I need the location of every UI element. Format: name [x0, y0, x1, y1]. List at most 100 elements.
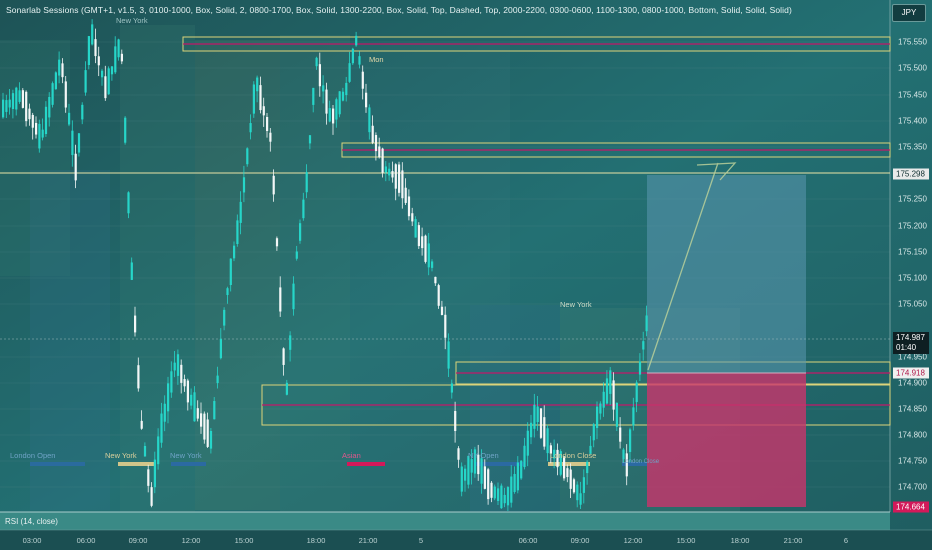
- candle-body: [318, 64, 321, 87]
- candle-body: [315, 57, 318, 67]
- candle-body: [398, 164, 401, 193]
- session-label: New York: [560, 300, 592, 309]
- candle-body: [510, 476, 513, 503]
- session-label: Asian: [342, 451, 361, 460]
- session-label: New York: [116, 16, 148, 25]
- candle-body: [58, 59, 61, 76]
- candle-body: [48, 96, 51, 118]
- candle-body: [312, 87, 315, 105]
- candle-body: [493, 486, 496, 499]
- candle-body: [384, 166, 387, 173]
- candle-body: [308, 135, 312, 144]
- candle-body: [223, 309, 226, 326]
- candle-body: [74, 153, 77, 181]
- candle-body: [480, 458, 483, 484]
- candle-body: [130, 262, 133, 280]
- candle-body: [21, 90, 24, 108]
- candle-body: [365, 92, 368, 108]
- candle-body: [285, 382, 288, 395]
- candle-body: [200, 413, 203, 427]
- candle-body: [25, 91, 28, 122]
- current-price: 174.987: [896, 333, 925, 342]
- candle-body: [239, 201, 242, 223]
- candle-body: [269, 132, 272, 142]
- time-label: 06:00: [518, 536, 538, 545]
- candle-body: [252, 84, 255, 114]
- price-label: 174.700: [898, 482, 927, 492]
- candle-body: [259, 85, 262, 111]
- candle-body: [256, 77, 259, 92]
- candle-body: [407, 196, 411, 217]
- session-label: New York: [170, 451, 202, 460]
- candle-body: [569, 469, 572, 489]
- candle-body: [68, 112, 71, 125]
- candle-body: [371, 125, 374, 143]
- candle-body: [533, 404, 536, 429]
- candle-body: [579, 493, 582, 505]
- candle-body: [516, 462, 519, 491]
- session-label: New York: [105, 451, 137, 460]
- candle-body: [94, 39, 97, 57]
- rsi-label[interactable]: RSI (14, close): [5, 517, 58, 526]
- price-label: 175.500: [898, 63, 927, 73]
- bar-countdown: 01:40: [896, 343, 917, 352]
- candle-body: [167, 383, 170, 412]
- candle-body: [467, 455, 470, 485]
- candle-body: [483, 466, 486, 489]
- chart-window: Sonarlab Sessions (GMT+1, v1.5, 3, 0100-…: [0, 0, 932, 550]
- time-label: 18:00: [730, 536, 750, 545]
- candle-body: [328, 108, 331, 122]
- candle-body: [18, 90, 21, 102]
- candle-body: [289, 335, 292, 350]
- candle-body: [513, 473, 516, 493]
- candle-body: [110, 66, 114, 75]
- candle-body: [305, 172, 308, 193]
- candle-body: [64, 81, 67, 108]
- indicator-title[interactable]: Sonarlab Sessions (GMT+1, v1.5, 3, 0100-…: [6, 5, 792, 15]
- candle-body: [137, 365, 140, 389]
- candle-body: [404, 187, 407, 203]
- candle-body: [101, 70, 104, 78]
- candle-body: [500, 485, 503, 509]
- candle-body: [536, 406, 539, 423]
- candle-body: [97, 56, 100, 66]
- candle-body: [143, 445, 147, 457]
- candle-body: [282, 348, 285, 365]
- candle-body: [124, 117, 127, 143]
- currency-badge[interactable]: JPY: [892, 4, 926, 22]
- candle-body: [338, 91, 341, 115]
- candle-body: [506, 487, 510, 506]
- candle-body: [193, 392, 196, 422]
- candle-body: [249, 123, 252, 133]
- candle-body: [351, 48, 354, 64]
- candle-body: [213, 401, 216, 420]
- candle-body: [77, 133, 81, 153]
- candle-body: [332, 108, 335, 124]
- price-label: 174.900: [898, 378, 927, 388]
- candle-body: [374, 135, 378, 152]
- candle-body: [127, 192, 130, 214]
- candle-body: [87, 36, 90, 66]
- candle-body: [592, 424, 595, 441]
- time-label: 12:00: [623, 536, 643, 545]
- candle-body: [368, 107, 371, 133]
- candle-body: [602, 391, 605, 408]
- candle-body: [299, 223, 302, 241]
- candle-body: [381, 148, 384, 173]
- price-label: 175.450: [898, 90, 927, 100]
- candle-body: [114, 46, 117, 73]
- candle-body: [233, 245, 236, 259]
- candle-body: [15, 87, 18, 110]
- candle-body: [447, 341, 450, 369]
- candle-body: [520, 460, 523, 479]
- candle-body: [427, 243, 430, 268]
- candle-body: [150, 487, 153, 506]
- price-chart[interactable]: [0, 0, 932, 550]
- candle-body: [275, 238, 279, 247]
- candle-body: [295, 251, 298, 259]
- price-label: 175.350: [898, 142, 927, 152]
- time-label: 03:00: [22, 536, 42, 545]
- candle-body: [44, 106, 48, 135]
- candle-body: [361, 71, 364, 89]
- session-label: London Open: [10, 451, 56, 460]
